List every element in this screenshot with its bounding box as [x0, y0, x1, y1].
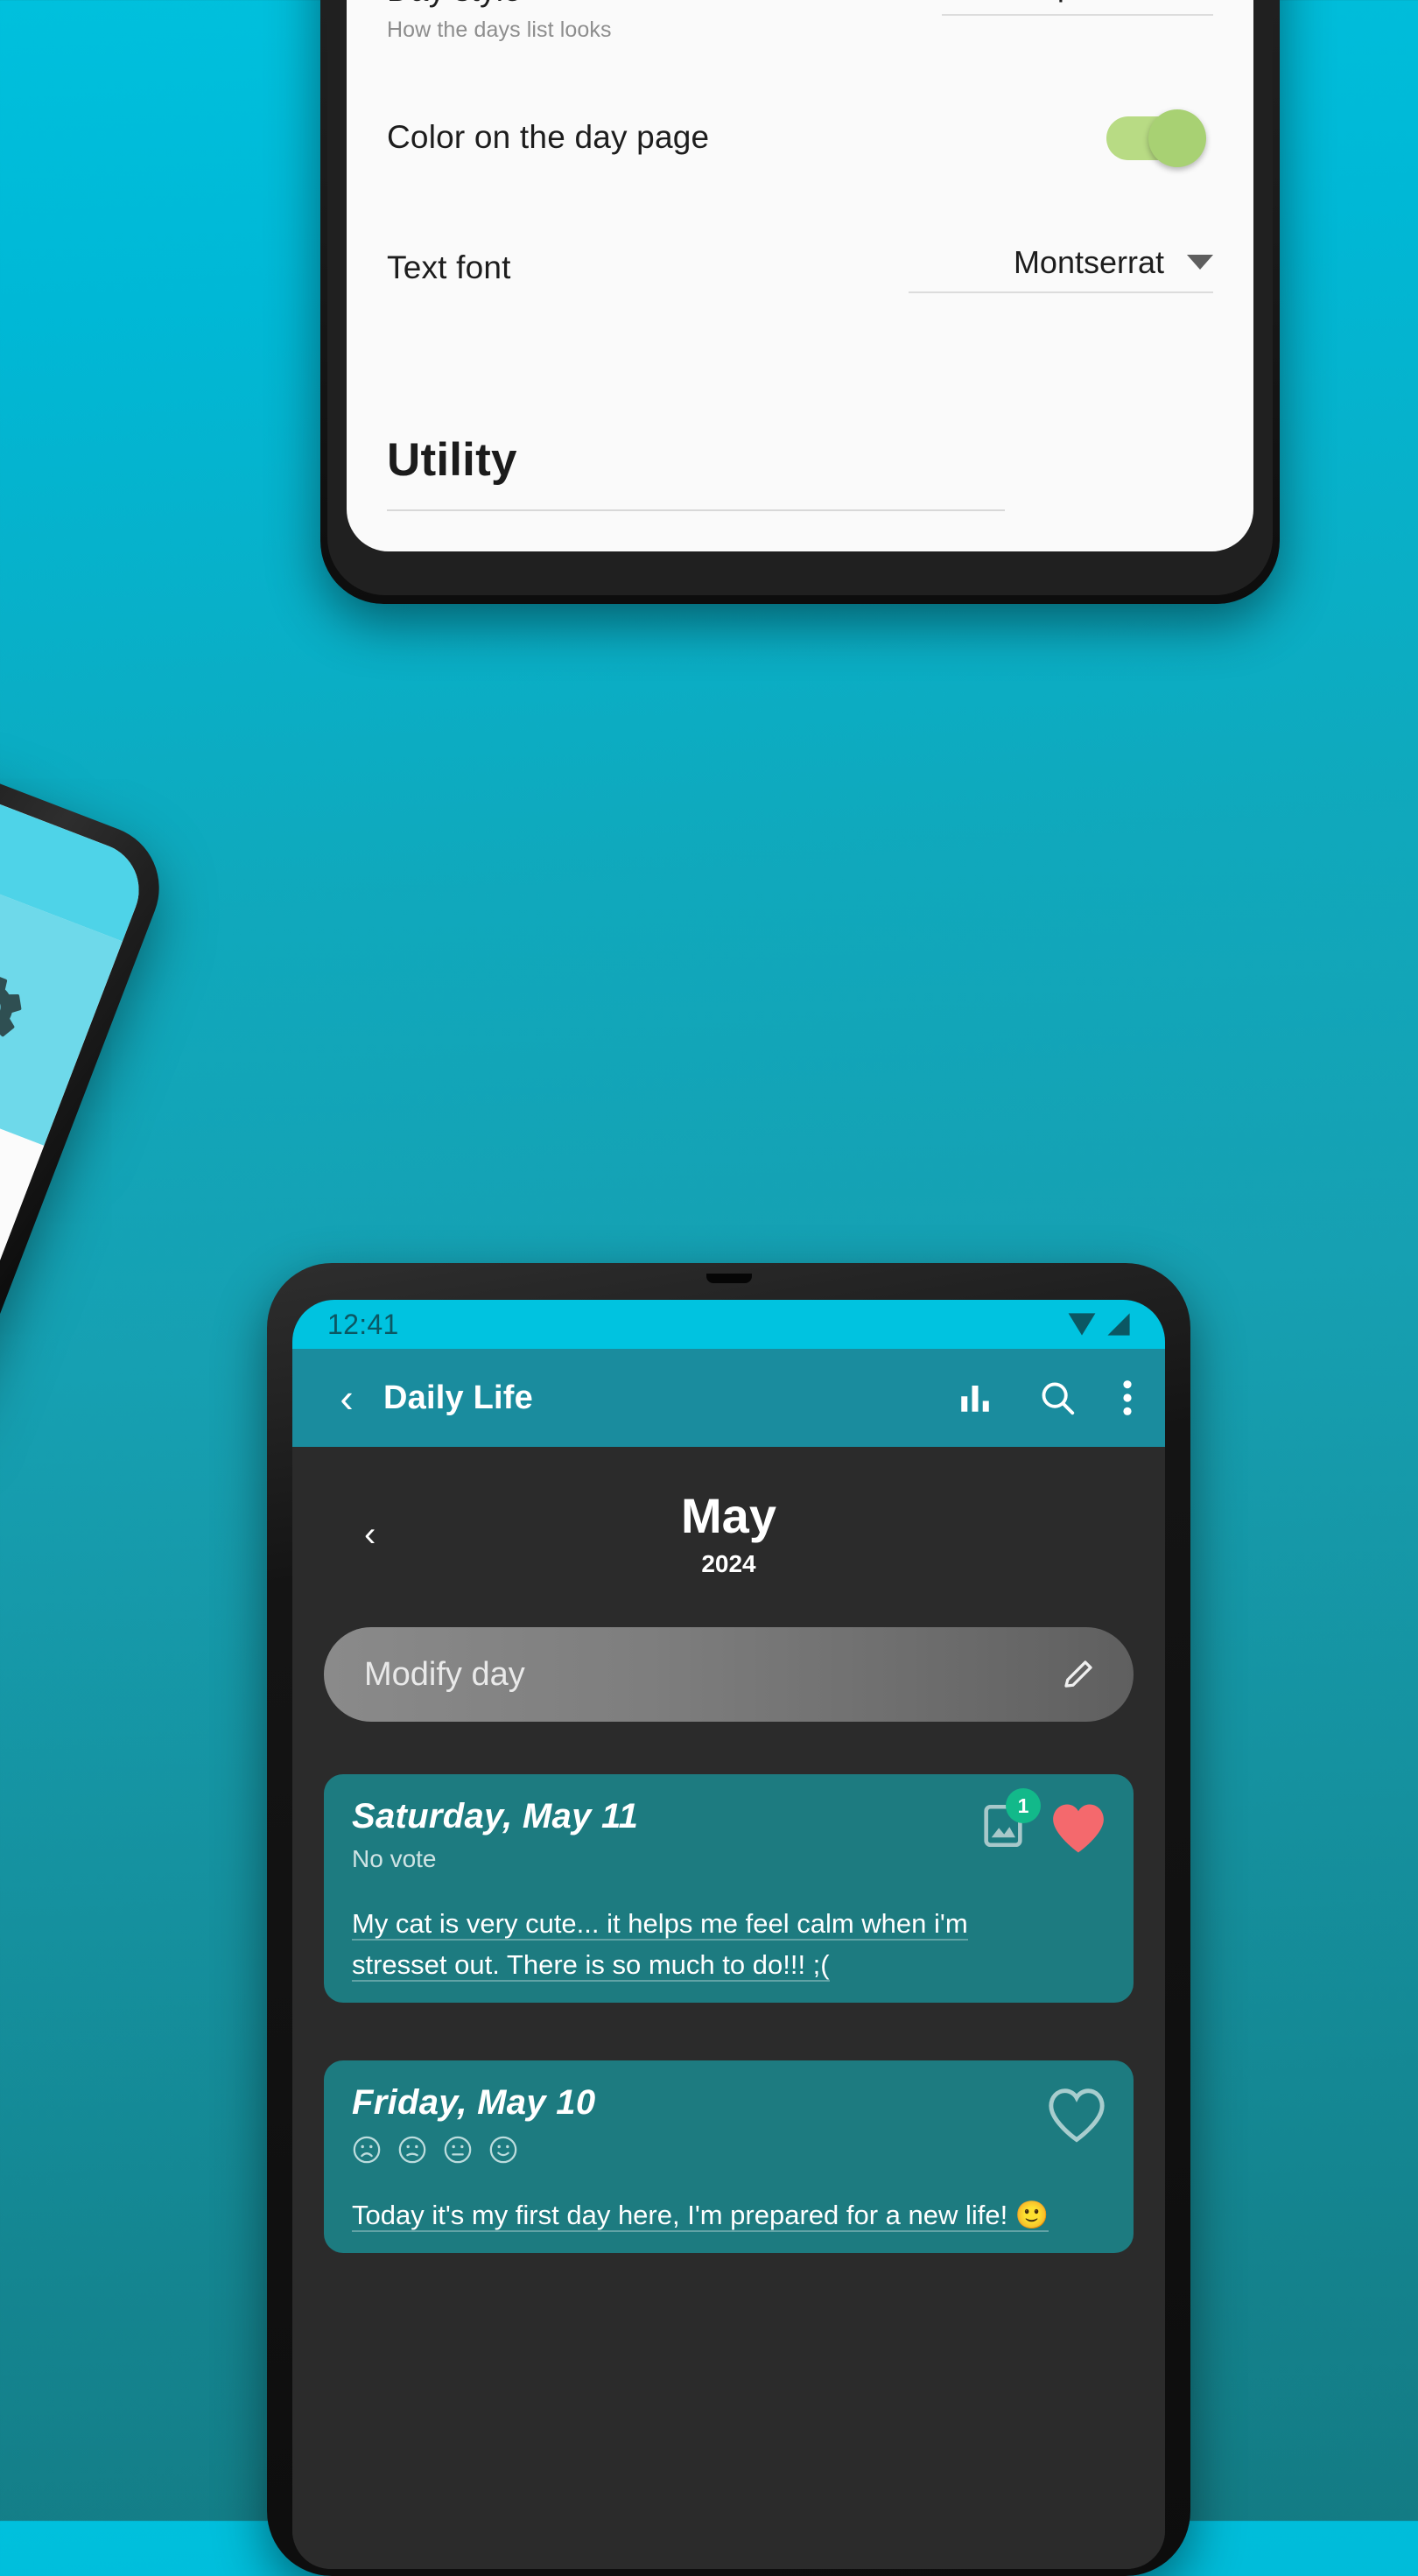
day-card-icons: 1: [978, 1788, 1107, 1856]
mood-happy-icon: [489, 2136, 517, 2164]
day-card-date: Friday, May 10: [352, 2083, 596, 2123]
section-divider: [387, 509, 1005, 511]
mood-sad-icon: [353, 2136, 381, 2164]
gear-icon[interactable]: [0, 955, 40, 1059]
pencil-icon[interactable]: [1060, 1656, 1097, 1693]
wifi-icon: [1068, 1313, 1096, 1336]
day-card-header: Friday, May 10: [352, 2083, 1107, 2165]
day-card[interactable]: Saturday, May 11 No vote 1 My cat is ver…: [324, 1774, 1134, 2004]
search-icon[interactable]: [1037, 1378, 1078, 1418]
modify-day-label: Modify day: [364, 1655, 525, 1693]
text-font-dropdown[interactable]: Montserrat: [909, 244, 1213, 293]
tilted-phone-screen: [0, 713, 153, 2216]
day-card-preview-text: My cat is very cute... it helps me feel …: [352, 1903, 1107, 1985]
month-name: May: [681, 1488, 776, 1543]
tilted-content-area: [0, 996, 45, 2216]
settings-list: Day style How the days list looks Separa…: [347, 0, 1253, 551]
favorite-heart-outline-icon[interactable]: [1046, 2087, 1107, 2144]
status-bar: 12:41: [292, 1300, 1165, 1349]
favorite-heart-icon[interactable]: [1049, 1801, 1107, 1856]
mood-slightly-sad-icon: [398, 2136, 426, 2164]
month-header: ‹ May 2024: [292, 1447, 1165, 1601]
day-card-titles: Saturday, May 11 No vote: [352, 1797, 638, 1873]
settings-phone-screen: Day style How the days list looks Separa…: [347, 0, 1253, 551]
modify-day-bar[interactable]: Modify day: [324, 1627, 1134, 1722]
setting-row-color-day-page[interactable]: Color on the day page: [387, 109, 1213, 167]
back-button[interactable]: ‹: [322, 1378, 371, 1418]
toggle-knob: [1148, 109, 1206, 167]
day-card-preview-line2: stresset out. There is so much to do!!! …: [352, 1949, 830, 1983]
month-year: 2024: [701, 1550, 756, 1577]
settings-phone-frame: Day style How the days list looks Separa…: [320, 0, 1280, 604]
day-card-preview-text: Today it's my first day here, I'm prepar…: [352, 2194, 1107, 2236]
app-content: ‹ May 2024 Modify day Saturday, May 11 N…: [292, 1447, 1165, 2569]
day-style-text-block: Day style How the days list looks: [387, 0, 612, 43]
day-style-label: Day style: [387, 0, 612, 10]
app-bar: ‹ Daily Life: [292, 1349, 1165, 1447]
day-style-subtitle: How the days list looks: [387, 17, 612, 42]
tilted-phone-frame: [0, 688, 178, 2242]
day-style-value: Separated: [1019, 0, 1164, 4]
day-style-dropdown[interactable]: Separated: [942, 0, 1213, 16]
image-count-badge: 1: [1006, 1788, 1041, 1823]
text-font-label: Text font: [387, 249, 511, 286]
setting-row-day-style[interactable]: Day style How the days list looks Separa…: [387, 0, 1213, 43]
day-card-date: Saturday, May 11: [352, 1797, 639, 1835]
day-card-preview-line1: My cat is very cute... it helps me feel …: [352, 1908, 968, 1941]
day-card-titles: Friday, May 10: [352, 2083, 595, 2165]
day-card-icons: [1046, 2083, 1107, 2144]
page-title: Daily Life: [383, 1379, 533, 1416]
signal-icon: [1107, 1313, 1130, 1336]
day-card-header: Saturday, May 11 No vote 1: [352, 1788, 1107, 1873]
image-attachment[interactable]: 1: [978, 1788, 1041, 1856]
overflow-menu-icon[interactable]: [1121, 1378, 1134, 1418]
utility-section-title: Utility: [387, 433, 517, 486]
utility-section-header: Utility: [387, 433, 1213, 511]
app-phone-screen: 12:41 ‹ Daily Life ‹ May 2024 Modify day…: [292, 1300, 1165, 2569]
color-day-page-label: Color on the day page: [387, 119, 710, 156]
day-card-mood-row: [352, 2135, 595, 2165]
day-card-preview-line1: Today it's my first day here, I'm prepar…: [352, 2200, 1049, 2233]
app-phone-frame: 12:41 ‹ Daily Life ‹ May 2024 Modify day…: [267, 1263, 1190, 2576]
color-day-page-toggle[interactable]: [1106, 109, 1206, 167]
status-icons: [1067, 1312, 1132, 1337]
mood-neutral-icon: [444, 2136, 472, 2164]
chevron-down-icon: [1187, 255, 1213, 270]
setting-row-text-font[interactable]: Text font Montserrat: [387, 244, 1213, 293]
text-font-value: Montserrat: [1013, 243, 1164, 280]
day-card[interactable]: Friday, May 10 Today it's my first day h…: [324, 2060, 1134, 2254]
day-card-vote: No vote: [352, 1845, 437, 1872]
app-bar-actions: [957, 1378, 1134, 1418]
bar-chart-icon[interactable]: [957, 1379, 993, 1416]
phone-notch: [705, 1274, 752, 1283]
status-time: 12:41: [327, 1308, 399, 1340]
